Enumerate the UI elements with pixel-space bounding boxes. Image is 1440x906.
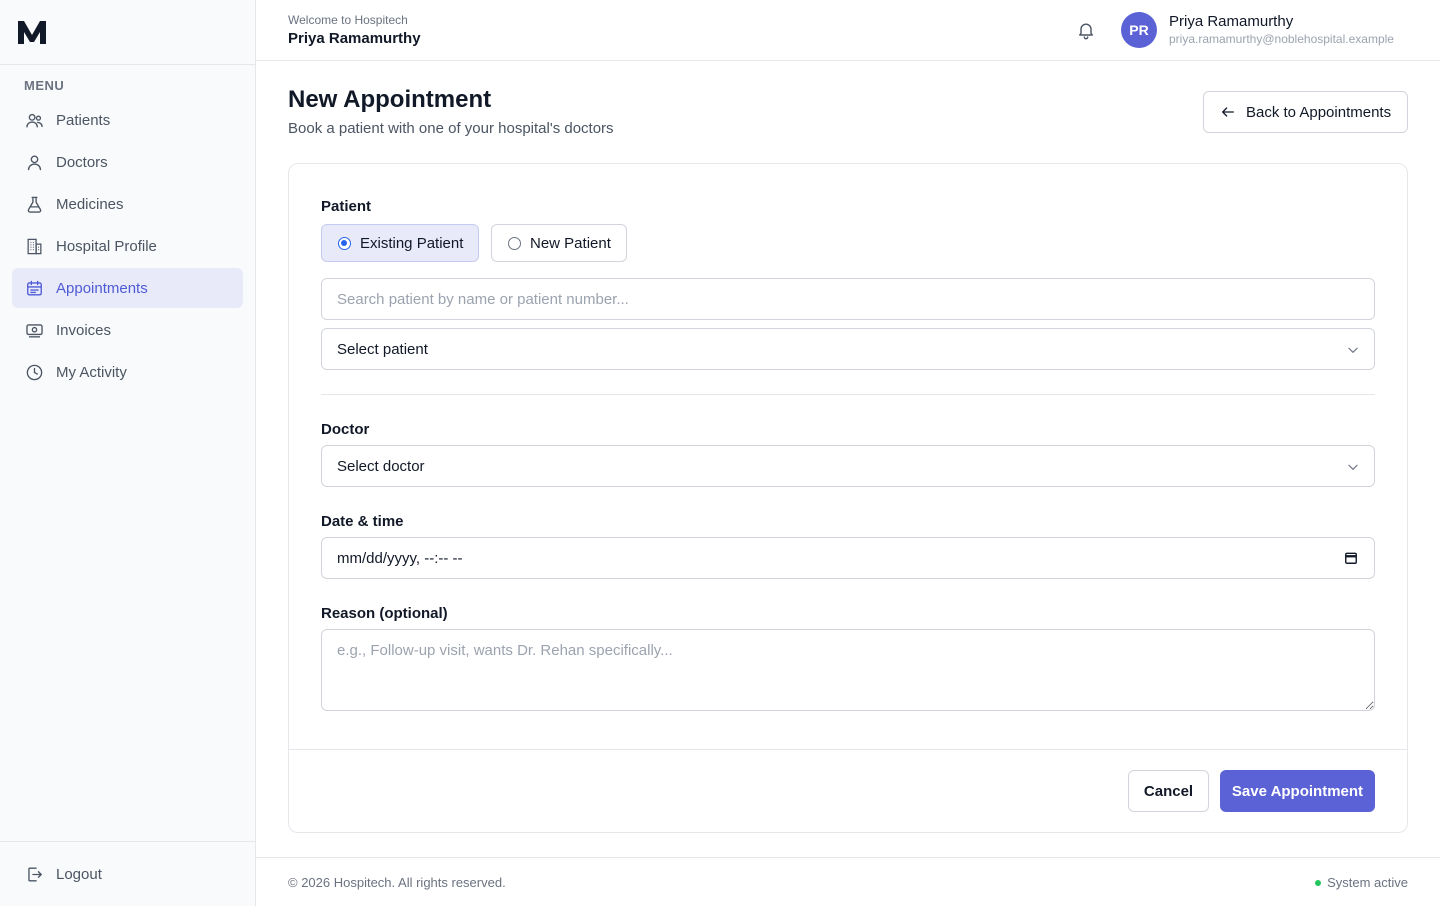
page-footer: © 2026 Hospitech. All rights reserved. S… [256,857,1440,906]
sidebar-item-label: Hospital Profile [56,237,157,255]
building-icon [24,236,44,256]
patient-label: Patient [321,198,372,215]
users-icon [24,110,44,130]
patient-search-input[interactable] [321,278,1375,320]
new-patient-radio[interactable]: New Patient [491,224,627,262]
user-icon [24,152,44,172]
doctor-select-value: Select doctor [337,457,425,475]
patient-select[interactable]: Select patient [321,328,1375,370]
welcome-text: Welcome to Hospitech [288,13,408,27]
patient-select-value: Select patient [337,340,428,358]
logout-area: Logout [0,841,255,906]
clock-icon [24,362,44,382]
datetime-input[interactable]: mm/dd/yyyy, --:-- -- [321,537,1375,579]
card-footer-divider [289,749,1407,750]
new-patient-label: New Patient [530,234,611,252]
page-title: New Appointment [288,86,492,113]
reason-textarea[interactable] [321,629,1375,711]
existing-patient-radio[interactable]: Existing Patient [321,224,479,262]
appointment-form-card: Patient Existing Patient New Patient Sel… [288,163,1408,833]
sidebar-item-hospital-profile[interactable]: Hospital Profile [12,226,243,266]
calendar-icon [24,278,44,298]
profile-email: priya.ramamurthy@noblehospital.example [1169,32,1394,46]
sidebar-item-doctors[interactable]: Doctors [12,142,243,182]
sidebar-item-medicines[interactable]: Medicines [12,184,243,224]
sidebar-item-label: Appointments [56,279,148,297]
arrow-left-icon [1220,104,1236,120]
avatar[interactable]: PR [1121,12,1157,48]
datetime-label: Date & time [321,513,404,530]
logout-icon [24,864,44,884]
datetime-value: mm/dd/yyyy, --:-- -- [337,549,463,567]
status-text: System active [1327,875,1408,890]
sidebar-item-invoices[interactable]: Invoices [12,310,243,350]
profile-name: Priya Ramamurthy [1169,13,1294,30]
logout-button[interactable]: Logout [12,854,243,894]
calendar-picker-icon[interactable] [1344,551,1358,565]
back-button-label: Back to Appointments [1246,103,1392,121]
chevron-down-icon [1348,347,1358,353]
existing-patient-label: Existing Patient [360,234,464,252]
sidebar-item-patients[interactable]: Patients [12,100,243,140]
sidebar-item-appointments[interactable]: Appointments [12,268,243,308]
logout-label: Logout [56,865,102,883]
sidebar: MENU Patients Doctors Medicines Hospital… [0,0,256,906]
sidebar-item-label: Invoices [56,321,112,339]
radio-checked-icon [338,236,351,250]
menu-label: MENU [24,78,65,93]
sidebar-item-label: My Activity [56,363,127,381]
logo-icon[interactable] [16,18,48,46]
notification-bell-icon[interactable] [1076,20,1096,40]
doctor-select[interactable]: Select doctor [321,445,1375,487]
logo-area [0,0,255,65]
save-appointment-button[interactable]: Save Appointment [1220,770,1375,812]
status-dot-icon [1315,879,1322,886]
sidebar-item-label: Medicines [56,195,124,213]
cancel-button[interactable]: Cancel [1128,770,1209,812]
sidebar-item-label: Patients [56,111,111,129]
banknote-icon [24,320,44,340]
section-divider [321,394,1375,395]
flask-icon [24,194,44,214]
top-header: Welcome to Hospitech Priya Ramamurthy PR… [256,0,1440,61]
radio-unchecked-icon [508,236,521,250]
reason-label: Reason (optional) [321,605,448,622]
copyright-text: © 2026 Hospitech. All rights reserved. [288,875,506,890]
doctor-label: Doctor [321,421,370,438]
back-to-appointments-button[interactable]: Back to Appointments [1203,91,1408,133]
sidebar-item-my-activity[interactable]: My Activity [12,352,243,392]
header-user-name: Priya Ramamurthy [288,30,421,47]
chevron-down-icon [1348,464,1358,470]
sidebar-nav: Patients Doctors Medicines Hospital Prof… [12,100,243,394]
system-status: System active [1315,875,1408,890]
page-subtitle: Book a patient with one of your hospital… [288,120,614,137]
sidebar-item-label: Doctors [56,153,108,171]
